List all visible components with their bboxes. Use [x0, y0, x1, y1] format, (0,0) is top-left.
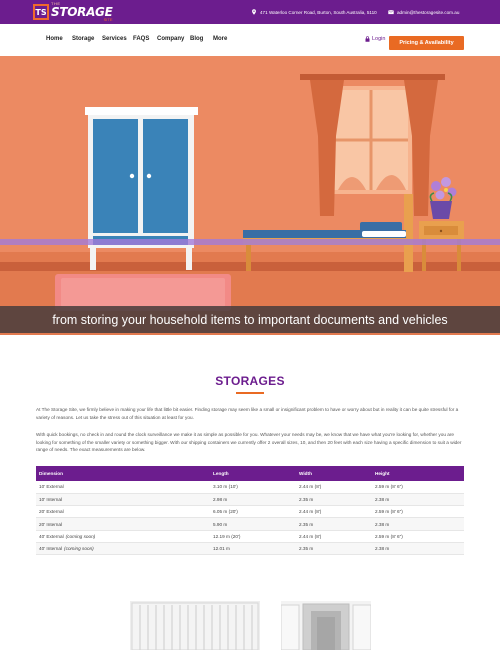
nav-storage[interactable]: Storage [72, 36, 94, 42]
table-row: 10' Internal 2.98 m 2.35 m 2.38 m [36, 493, 464, 507]
login-label: Login [372, 36, 386, 42]
cell-dimension: 20' External [36, 505, 210, 519]
address-text: 471 Waterloo Corner Road, Burton, South … [260, 9, 377, 15]
logo-sub-text: SITE [103, 17, 113, 22]
cell-height: 2.38 m [372, 493, 464, 507]
cell-height: 2.59 m (8' 6") [372, 530, 464, 543]
table-row: 20' Internal 5.90 m 2.35 m 2.38 m [36, 517, 464, 531]
contact-address: 471 Waterloo Corner Road, Burton, South … [251, 0, 377, 24]
table-header-row: Dimension Length Width Height [36, 466, 464, 481]
dimension-note: (coming soon) [65, 533, 96, 539]
dimension-text: 40' Internal [39, 546, 63, 552]
mail-icon [388, 10, 394, 15]
email-text[interactable]: admin@thestoragesite.com.au [397, 10, 459, 15]
logo-mark: TS [33, 4, 49, 20]
cell-height: 2.38 m [372, 517, 464, 531]
table-row: 40' Internal (coming soon) 12.01 m 2.35 m 2.… [36, 542, 464, 556]
contact-email[interactable]: admin@thestoragesite.com.au [388, 0, 459, 24]
cell-dimension: 10' Internal [36, 493, 210, 507]
pricing-availability-button[interactable]: Pricing & Availability [389, 36, 464, 50]
logo-mark-text: TS [35, 7, 47, 17]
section-title: STORAGES [215, 374, 285, 388]
hero-illustration [0, 56, 500, 335]
cell-length: 6.05 m (20') [210, 505, 296, 519]
dimensions-table: Dimension Length Width Height 10' Extern… [36, 466, 464, 556]
login-link[interactable]: Login [365, 36, 385, 42]
cell-length: 2.98 m [210, 493, 296, 507]
cell-dimension: 40' External (coming soon) [36, 530, 210, 543]
header-height: Height [372, 466, 464, 481]
dimension-text: 10' External [39, 484, 64, 490]
cell-height: 2.59 m (8' 6") [372, 505, 464, 519]
dimension-text: 20' Internal [39, 521, 63, 527]
cell-length: 5.90 m [210, 517, 296, 531]
table-row: 10' External 3.10 m (10') 2.44 m (8') 2.59 … [36, 481, 464, 494]
table-row: 40' External (coming soon) 12.19 m (20') 2.… [36, 530, 464, 543]
cell-length: 12.19 m (20') [210, 530, 296, 543]
site-logo[interactable]: TS THE STORAGE SITE [33, 2, 113, 22]
dimension-text: 20' External [39, 509, 64, 515]
header-length: Length [210, 466, 296, 481]
dimension-text: 40' External [39, 533, 64, 539]
header-width: Width [296, 466, 372, 481]
title-underline [236, 392, 264, 394]
cell-width: 2.35 m [296, 542, 372, 556]
cell-width: 2.35 m [296, 493, 372, 507]
nav-faqs[interactable]: FAQS [133, 36, 149, 42]
details-paragraph: With quick bookings, no check in and rou… [36, 432, 462, 453]
nav-services[interactable]: Services [102, 36, 127, 42]
dimension-text: 10' Internal [39, 496, 63, 502]
cell-width: 2.44 m (8') [296, 481, 372, 494]
cell-height: 2.38 m [372, 542, 464, 556]
header-dimension: Dimension [36, 466, 210, 481]
top-bar: TS THE STORAGE SITE 471 Waterloo Corner … [0, 0, 500, 24]
cell-dimension: 40' Internal (coming soon) [36, 542, 210, 556]
nav-home[interactable]: Home [46, 36, 63, 42]
container-closed-image [130, 601, 260, 650]
nav-blog[interactable]: Blog [190, 36, 203, 42]
cell-width: 2.44 m (8') [296, 505, 372, 519]
cell-length: 12.01 m [210, 542, 296, 556]
lock-icon [365, 36, 370, 42]
hero-caption: from storing your household items to imp… [52, 312, 448, 327]
container-open-image [280, 601, 372, 650]
cell-dimension: 20' Internal [36, 517, 210, 531]
cell-length: 3.10 m (10') [210, 481, 296, 494]
hero-banner [0, 56, 500, 335]
dimension-note: (coming soon) [64, 546, 94, 552]
table-row: 20' External 6.05 m (20') 2.44 m (8') 2.59 … [36, 505, 464, 519]
cell-height: 2.59 m (8' 6") [372, 481, 464, 494]
cell-width: 2.44 m (8') [296, 530, 372, 543]
map-pin-icon [252, 9, 256, 15]
hero-caption-band: from storing your household items to imp… [0, 306, 500, 333]
intro-paragraph: At The Storage Site, we firmly believe i… [36, 407, 459, 420]
nav-company[interactable]: Company [157, 36, 184, 42]
cell-width: 2.35 m [296, 517, 372, 531]
cell-dimension: 10' External [36, 481, 210, 494]
nav-more[interactable]: More [213, 36, 227, 42]
